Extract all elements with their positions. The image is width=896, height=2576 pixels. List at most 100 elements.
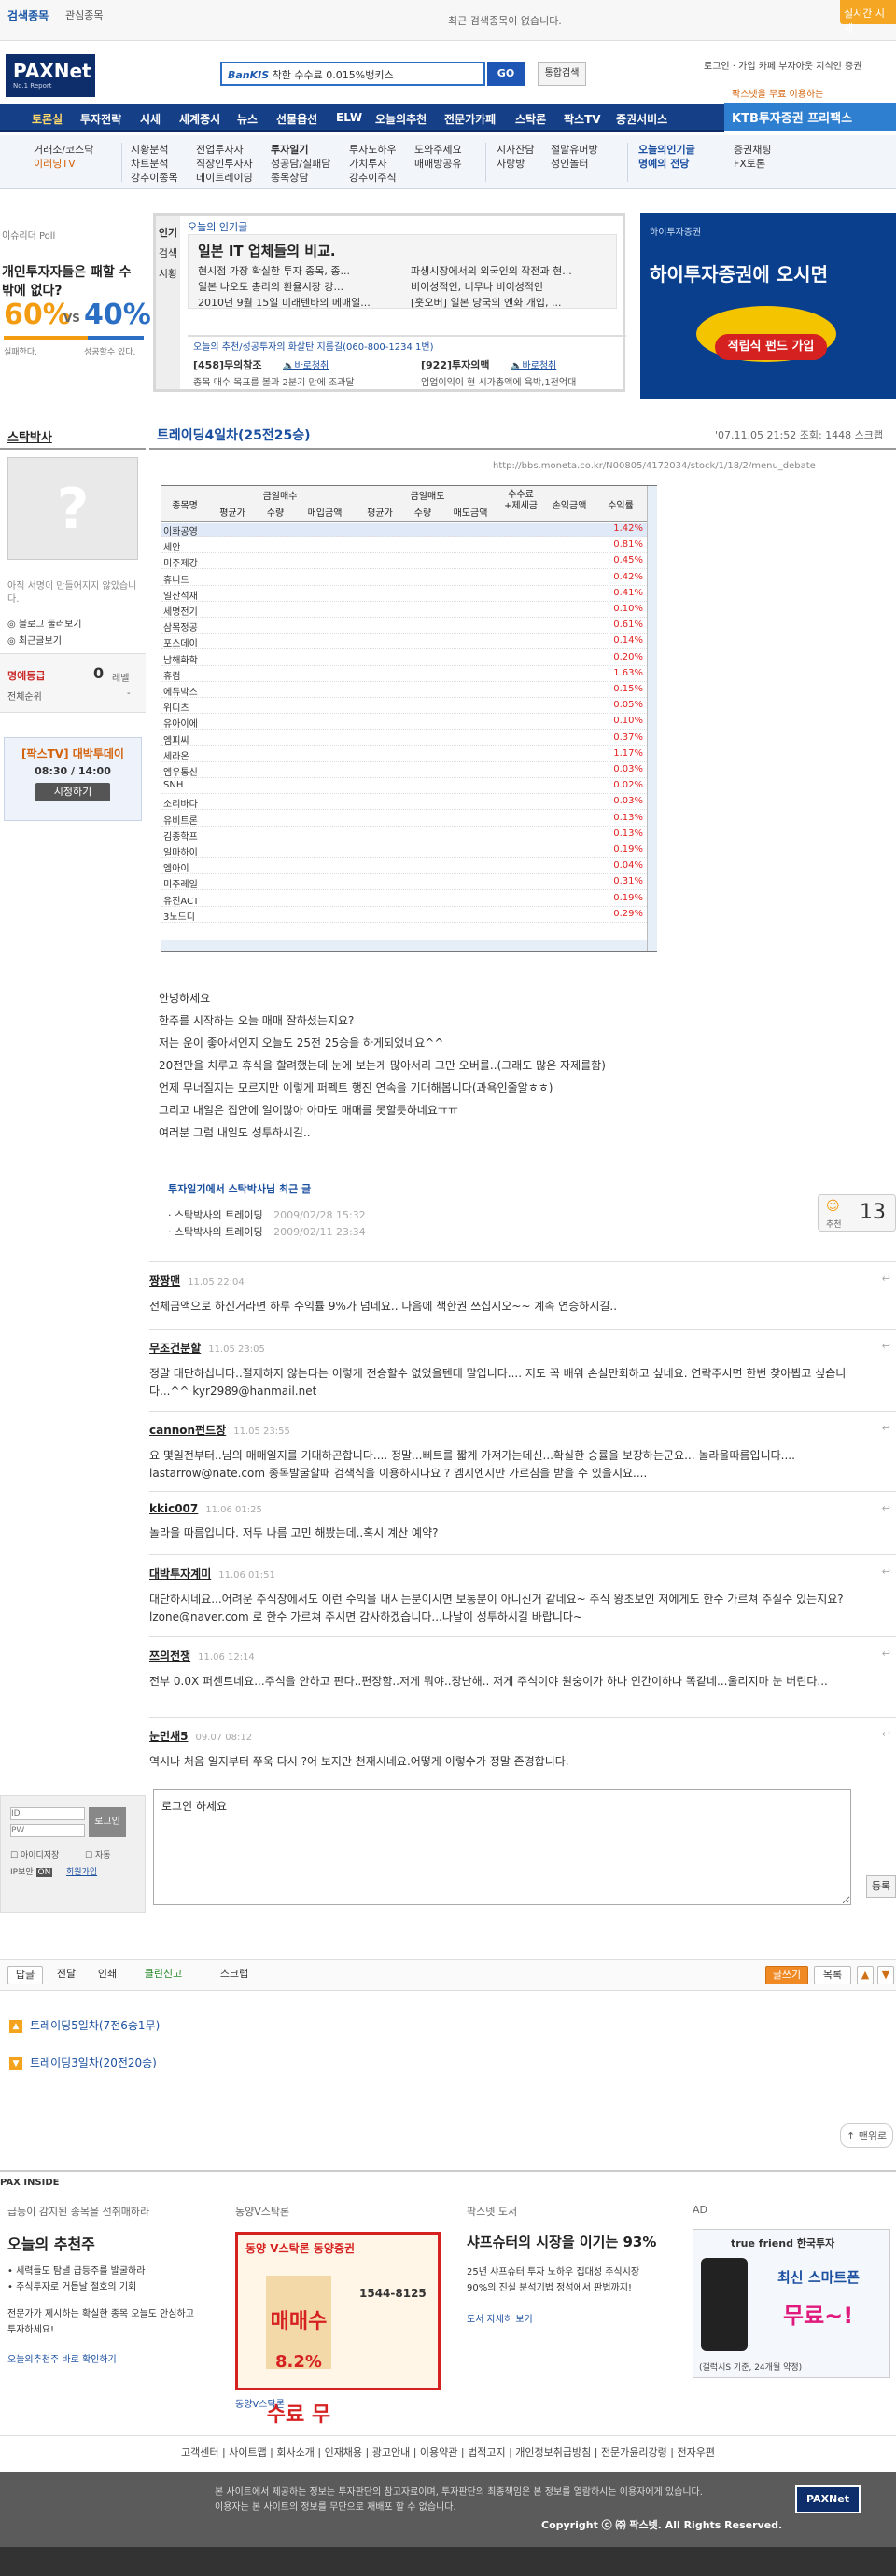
- popular-item[interactable]: 파생시장에서의 외국인의 작전과 현...: [411, 263, 572, 279]
- subnav-col[interactable]: 전업투자자 직장인투자자 데이트레이딩: [196, 143, 253, 185]
- subnav-col[interactable]: 시황분석 차트분석 강추이종목: [131, 143, 178, 185]
- subnav-col[interactable]: 증권채팅 FX토론: [734, 143, 771, 171]
- clean-report-button[interactable]: 클린신고: [131, 1966, 196, 1984]
- rec-right-listen-link[interactable]: 🔈바로청취: [511, 357, 556, 371]
- rec-right-title[interactable]: [922]투자의맥: [421, 357, 490, 372]
- tab-search[interactable]: 검색: [156, 244, 180, 264]
- back-to-top-button[interactable]: ↑ 맨위로: [840, 2123, 894, 2148]
- watch-button[interactable]: 시청하기: [35, 783, 110, 801]
- page: 검색종목 관심종목 최근 검색종목이 없습니다. 실시간 시세 PAXNet No…: [0, 0, 896, 2576]
- auto-login-checkbox[interactable]: ☐ 자동: [85, 1848, 111, 1860]
- login-button[interactable]: 로그인: [89, 1807, 126, 1837]
- print-button[interactable]: 인쇄: [90, 1966, 125, 1984]
- comment-reply-icon[interactable]: ↩: [882, 1566, 890, 1578]
- prev-post-link[interactable]: ▼ 트레이딩3일차(20전20승): [9, 2054, 157, 2070]
- search-input[interactable]: BanKIS 착한 수수료 0.015%뱅키스: [220, 62, 485, 86]
- recent-post-item[interactable]: · 스탁박사의 트레이딩 2009/02/28 15:32: [168, 1207, 366, 1224]
- popular-headline[interactable]: 일본 IT 업체들의 비교.: [198, 241, 336, 260]
- gnb-item-world[interactable]: 세계증시: [179, 111, 220, 127]
- rec-left-listen-link[interactable]: 🔈바로청취: [283, 357, 329, 371]
- tab-market[interactable]: 시황: [156, 264, 180, 285]
- down-button[interactable]: ▼: [877, 1966, 894, 1984]
- comment-reply-icon[interactable]: ↩: [882, 1422, 890, 1434]
- paxnet-logo[interactable]: PAXNet No.1 Report: [6, 54, 95, 97]
- user-links[interactable]: 로그인 · 가입 카페 부자아웃 지식인 증권: [704, 58, 861, 72]
- gnb-item-futures[interactable]: 선물옵션: [276, 111, 317, 127]
- ip-security-toggle[interactable]: IP보안 ON: [10, 1865, 53, 1877]
- stock-name-cell: 위디츠: [163, 703, 189, 715]
- id-field[interactable]: [10, 1807, 85, 1820]
- search-button[interactable]: GO: [487, 62, 525, 86]
- ktb-banner[interactable]: KTB투자증권 프리팩스: [724, 103, 896, 131]
- gnb-item-stockloan[interactable]: 스탁론: [515, 111, 546, 127]
- up-button[interactable]: ▲: [857, 1966, 874, 1984]
- comment-reply-icon[interactable]: ↩: [882, 1728, 890, 1740]
- list-button[interactable]: 목록: [814, 1966, 851, 1984]
- gnb-item-debate[interactable]: 토론실: [32, 111, 63, 127]
- gnb-item-today-pick[interactable]: 오늘의추천: [375, 111, 427, 127]
- write-button[interactable]: 글쓰기: [765, 1966, 808, 1984]
- gnb-item-elw[interactable]: ELW: [336, 111, 362, 124]
- gnb-item-strategy[interactable]: 투자전략: [80, 111, 121, 127]
- comment-reply-icon[interactable]: ↩: [882, 1340, 890, 1352]
- forward-button[interactable]: 전달: [49, 1966, 84, 1984]
- gnb-item-services[interactable]: 증권서비스: [616, 111, 667, 127]
- stock-name-cell: 엠아이: [163, 864, 189, 875]
- pax-col-ad[interactable]: AD true friend 한국투자 최신 스마트폰 무료~! (갤럭시S 기…: [693, 2204, 896, 2378]
- subnav-col[interactable]: 거래소/코스닥 이러닝TV: [34, 143, 93, 171]
- recommend-button[interactable]: ☺ 추천 13: [818, 1194, 896, 1232]
- hi-investment-banner[interactable]: 하이투자증권 하이투자증권에 오시면 적립식 펀드 가입: [640, 213, 896, 399]
- subnav-col[interactable]: 투자노하우 가치투자 강추이주식: [349, 143, 397, 185]
- tab-favorite-stocks[interactable]: 관심종목: [65, 7, 103, 22]
- subnav-col[interactable]: 오늘의인기글 명예의 전당: [638, 143, 695, 171]
- table-vertical-scrollbar[interactable]: [647, 486, 657, 951]
- tab-search-stocks[interactable]: 검색종목: [7, 7, 49, 23]
- table-horizontal-scrollbar[interactable]: [161, 940, 647, 951]
- author-name[interactable]: 스탁박사: [7, 427, 52, 445]
- pax-col-recommend[interactable]: 급등이 감지된 종목을 선취매하라 오늘의 추천주 • 세력들도 탐낼 급등주를…: [7, 2204, 213, 2365]
- issue-poll[interactable]: 이슈리더 Poll 개인투자자들은 패할 수 밖에 없다? 60% VS 40%…: [0, 224, 151, 364]
- comment-textarea[interactable]: 로그인 하세요: [153, 1789, 851, 1905]
- subnav-col[interactable]: 도와주세요 매매방공유: [414, 143, 462, 171]
- table-row: 남해화학 0.20%: [161, 652, 647, 666]
- post-meta: '07.11.05 21:52 조회: 1448 스크랩: [715, 429, 883, 441]
- register-comment-button[interactable]: 등록: [866, 1875, 896, 1898]
- subnav-col[interactable]: 절말유머방 성인놀터: [551, 143, 598, 171]
- popular-item[interactable]: 비이성적인, 너무나 비이성적인: [411, 279, 572, 295]
- realtime-quote-button[interactable]: 실시간 시세: [840, 0, 896, 35]
- rec-left-title[interactable]: [458]무의참조: [193, 357, 262, 372]
- post-url[interactable]: http://bbs.moneta.co.kr/N00805/4172034/s…: [493, 461, 816, 471]
- signup-link[interactable]: 회원가입: [66, 1865, 97, 1877]
- reply-button[interactable]: 답글: [7, 1966, 43, 1984]
- footer-links[interactable]: 고객센터 | 사이트맵 | 회사소개 | 인재채용 | 광고안내 | 이용약관 …: [0, 2435, 896, 2469]
- pax-col-books[interactable]: 팍스넷 도서 샤프슈터의 시장을 이기는 93% 25년 샤프슈터 투자 노하우…: [467, 2204, 672, 2325]
- next-post-link[interactable]: ▲ 트레이딩5일차(7전6승1무): [9, 2017, 160, 2033]
- arrow-down-icon: ▼: [9, 2056, 22, 2070]
- gnb-item-news[interactable]: 뉴스: [237, 111, 258, 127]
- subnav-col[interactable]: 투자일기 성공담/실패담 종목상담: [271, 143, 330, 185]
- integrated-search-button[interactable]: 통합검색: [538, 62, 586, 86]
- gnb-item-quotes[interactable]: 시세: [140, 111, 161, 127]
- stock-name-cell: 유아이에: [163, 719, 198, 731]
- scrap-button[interactable]: 스크랩: [211, 1966, 258, 1984]
- popular-item[interactable]: 현시점 가장 확실한 투자 종목, 종...: [198, 263, 371, 279]
- pax-col-stockloan[interactable]: 동양V스탁론 동양 V스탁론 동양증권 매매수수료 무료 8.2% 1544-8…: [235, 2204, 441, 2520]
- save-id-checkbox[interactable]: ☐ 아이디저장: [10, 1848, 59, 1860]
- recent-posts-link[interactable]: ◎ 최근글보기: [7, 633, 62, 647]
- popular-item[interactable]: [훗오버] 일본 당국의 엔화 개입, ...: [411, 295, 572, 311]
- blog-link[interactable]: ◎ 블로그 둘러보기: [7, 616, 82, 630]
- recent-post-item[interactable]: · 스탁박사의 트레이딩 2009/02/11 23:34: [168, 1224, 366, 1241]
- comment-reply-icon[interactable]: ↩: [882, 1502, 890, 1514]
- comment-reply-icon[interactable]: ↩: [882, 1648, 890, 1660]
- gnb-item-paxtv[interactable]: 팍스TV: [564, 111, 601, 127]
- comment-reply-icon[interactable]: ↩: [882, 1273, 890, 1285]
- tab-popular[interactable]: 인기: [156, 223, 180, 244]
- password-field[interactable]: [10, 1824, 85, 1837]
- gnb-item-expert-cafe[interactable]: 전문가카페: [444, 111, 496, 127]
- return-rate-cell: 0.14%: [613, 635, 643, 647]
- comment: 짱짱맨 11.05 22:04 전체금액으로 하신거라면 하루 수익률 9%가 넘…: [149, 1273, 890, 1313]
- table-row: 세라온 1.17%: [161, 748, 647, 762]
- popular-item[interactable]: 일본 나오토 총리의 환율시장 강...: [198, 279, 371, 295]
- subnav-col[interactable]: 시사잔담 사랑방: [497, 143, 534, 171]
- popular-item[interactable]: 2010년 9월 15일 미래텐바의 메매일...: [198, 295, 371, 311]
